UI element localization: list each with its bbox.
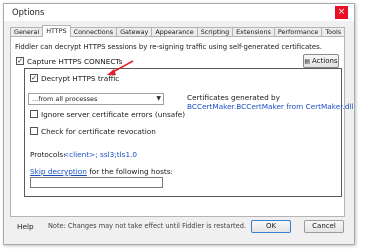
tab-https[interactable]: HTTPS [42, 25, 71, 37]
annotation-arrow-icon [107, 60, 134, 75]
